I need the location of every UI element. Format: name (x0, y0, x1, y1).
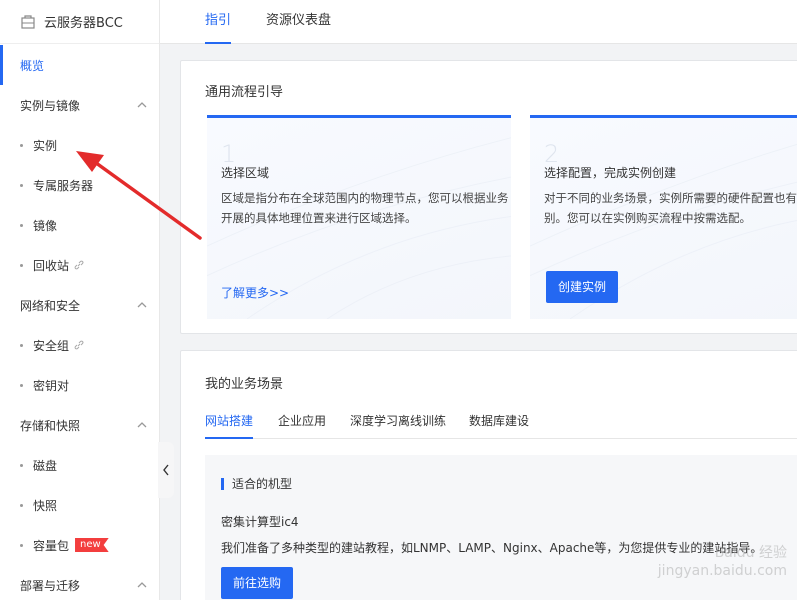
tab-enterprise-apps[interactable]: 企业应用 (278, 405, 326, 439)
link-icon (74, 260, 84, 270)
top-tabs: 指引 资源仪表盘 (160, 0, 797, 44)
step-description: 区域是指分布在全球范围内的物理节点，您可以根据业务开展的具体地理位置来进行区域选… (221, 191, 509, 225)
server-icon (21, 14, 35, 29)
sidebar-item-security-groups[interactable]: 安全组 (0, 325, 159, 365)
scene-card-title: 我的业务场景 (205, 377, 284, 392)
chevron-up-icon (137, 102, 147, 108)
sidebar-item-label: 专属服务器 (33, 178, 94, 193)
tab-website-building[interactable]: 网站搭建 (205, 405, 254, 439)
guide-card: 通用流程引导 1 选择区域 区域是指分布在全球范围内的物理节点，您可以根据业务开… (180, 60, 797, 334)
sidebar-group-label: 网络和安全 (20, 298, 81, 313)
sidebar-item-label: 密钥对 (33, 378, 70, 393)
guide-card-title: 通用流程引导 (205, 85, 284, 100)
sidebar-group-label: 实例与镜像 (20, 98, 81, 113)
step-title: 选择配置，完成实例创建 (544, 166, 677, 180)
sidebar-item-label: 回收站 (33, 258, 70, 273)
bullet-dot (20, 543, 23, 547)
sidebar-item-recycle-bin[interactable]: 回收站 (0, 245, 159, 285)
sidebar-group-instances-images[interactable]: 实例与镜像 (0, 85, 159, 125)
sidebar-item-dedicated-servers[interactable]: 专属服务器 (0, 165, 159, 205)
sidebar-group-storage-snapshots[interactable]: 存储和快照 (0, 405, 159, 445)
tab-deep-learning-training[interactable]: 深度学习离线训练 (350, 405, 446, 439)
link-icon (74, 340, 84, 350)
bullet-dot (20, 343, 23, 347)
new-badge: new (75, 538, 109, 552)
sidebar-item-images[interactable]: 镜像 (0, 205, 159, 245)
chevron-up-icon (137, 582, 147, 588)
heading-bar (221, 477, 224, 490)
create-instance-button[interactable]: 创建实例 (546, 271, 619, 303)
bullet-dot (20, 503, 23, 507)
tab-guide[interactable]: 指引 (205, 0, 232, 44)
tab-database-building[interactable]: 数据库建设 (469, 405, 529, 439)
sidebar-item-label: 磁盘 (33, 458, 58, 473)
sidebar-item-label: 实例 (33, 138, 58, 153)
sidebar-group-deploy-migrate[interactable]: 部署与迁移 (0, 565, 159, 600)
chevron-up-icon (137, 302, 147, 308)
guide-step-1: 1 选择区域 区域是指分布在全球范围内的物理节点，您可以根据业务开展的具体地理位… (207, 115, 511, 319)
sidebar-item-label: 镜像 (33, 218, 58, 233)
bullet-dot (20, 383, 23, 387)
scene-tabs: 网站搭建 企业应用 深度学习离线训练 数据库建设 (205, 405, 797, 439)
sidebar-group-label: 部署与迁移 (20, 578, 81, 593)
bullet-dot (20, 183, 23, 187)
sidebar: 云服务器BCC 概览 实例与镜像 实例 专属服务器 镜像 回收站 网络和安全 安… (0, 0, 160, 600)
watermark-line1: Baidu 经验 (714, 545, 787, 561)
panel-heading: 适合的机型 (221, 475, 292, 492)
sidebar-header: 云服务器BCC (0, 0, 159, 44)
bullet-dot (20, 223, 23, 227)
bullet-dot (20, 463, 23, 467)
chevron-left-icon (163, 464, 169, 476)
learn-more-link[interactable]: 了解更多>> (221, 284, 289, 301)
watermark-line2: jingyan.baidu.com (657, 563, 787, 579)
bullet-dot (20, 143, 23, 147)
go-purchase-button[interactable]: 前往选购 (221, 567, 294, 599)
guide-step-2: 2 选择配置，完成实例创建 对于不同的业务场景，实例所需要的硬件配置也有所区别。… (530, 115, 797, 319)
sidebar-item-label: 安全组 (33, 338, 70, 353)
chevron-up-icon (137, 422, 147, 428)
step-title: 选择区域 (221, 166, 270, 180)
watermark: Baidu 经验 jingyan.baidu.com (658, 544, 787, 580)
bullet-dot (20, 263, 23, 267)
sidebar-item-snapshots[interactable]: 快照 (0, 485, 159, 525)
sidebar-item-capacity-packs[interactable]: 容量包 new (0, 525, 159, 565)
sidebar-item-label: 容量包 (33, 538, 70, 553)
step-description: 对于不同的业务场景，实例所需要的硬件配置也有所区别。您可以在实例购买流程中按需选… (544, 191, 797, 225)
sidebar-item-label: 快照 (33, 498, 58, 513)
instance-model: 密集计算型ic4 (221, 515, 299, 529)
sidebar-group-network-security[interactable]: 网络和安全 (0, 285, 159, 325)
sidebar-collapse-button[interactable] (158, 442, 174, 498)
tab-resource-dashboard[interactable]: 资源仪表盘 (266, 0, 331, 44)
sidebar-item-overview[interactable]: 概览 (0, 45, 159, 85)
sidebar-item-key-pairs[interactable]: 密钥对 (0, 365, 159, 405)
product-title: 云服务器BCC (44, 16, 123, 31)
sidebar-group-label: 存储和快照 (20, 418, 81, 433)
sidebar-item-label: 概览 (20, 58, 45, 73)
sidebar-item-disks[interactable]: 磁盘 (0, 445, 159, 485)
panel-heading-text: 适合的机型 (232, 477, 293, 491)
sidebar-item-instances[interactable]: 实例 (0, 125, 159, 165)
